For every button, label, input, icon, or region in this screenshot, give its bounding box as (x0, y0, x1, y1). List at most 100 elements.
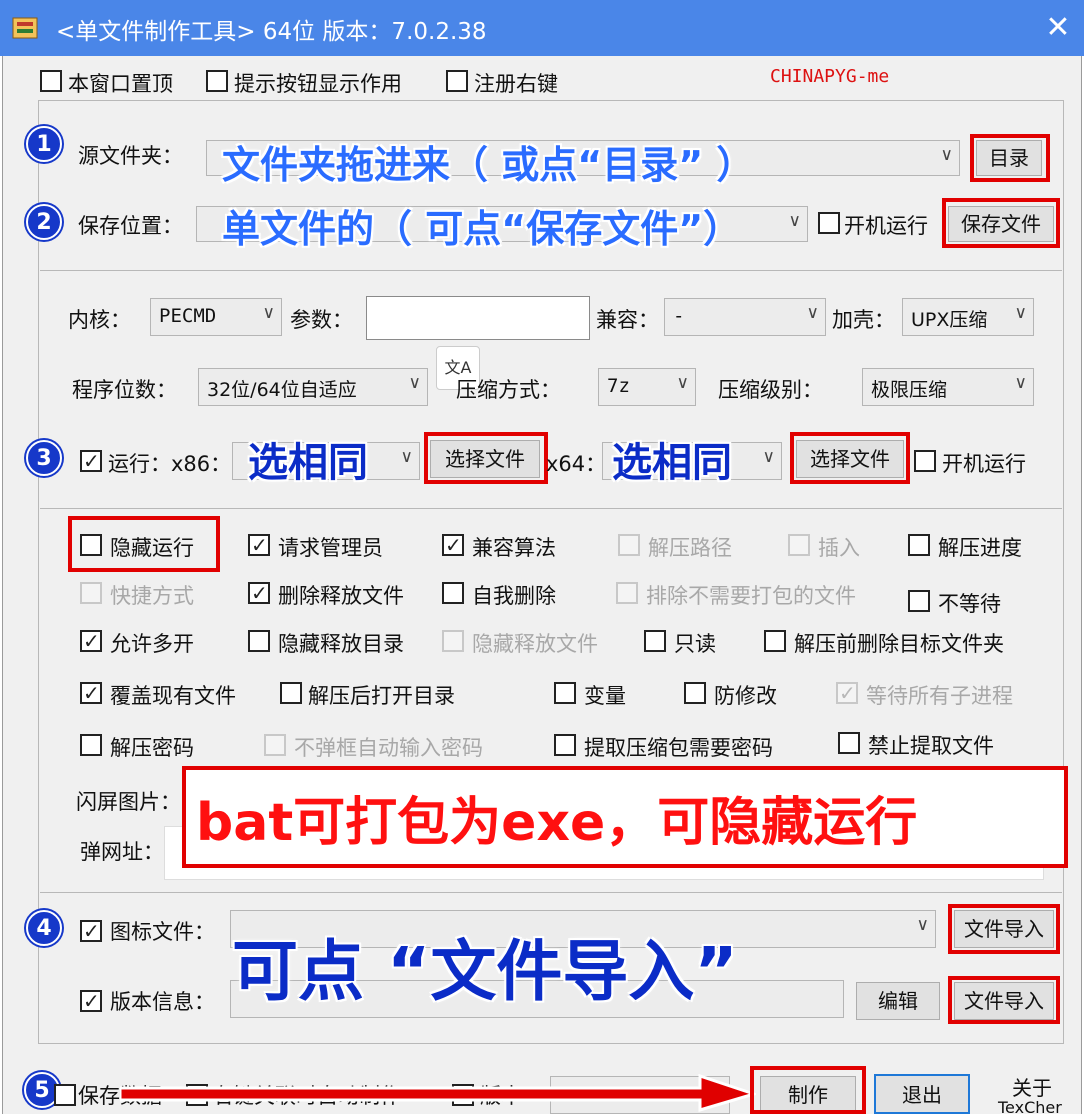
chevron-down-icon: ∨ (806, 303, 819, 323)
save-location-label: 保存位置： (78, 214, 183, 238)
version-info-checkbox[interactable] (80, 989, 102, 1013)
shell-combo[interactable]: UPX压缩 ∨ (902, 298, 1034, 336)
opt-self-delete-label: 自我删除 (472, 584, 556, 608)
step-3-badge: 3 (26, 440, 62, 476)
opt-variable-checkbox[interactable] (554, 682, 576, 704)
topmost-label: 本窗口置顶 (68, 72, 173, 96)
step-4-badge: 4 (26, 910, 62, 946)
opt-readonly-label: 只读 (674, 632, 716, 656)
version-info-label: 版本信息： (110, 990, 215, 1014)
opt-shortcut-checkbox[interactable] (80, 582, 102, 604)
bat-annotation: bat可打包为exe，可隐藏运行 (196, 793, 918, 853)
tooltip-checkbox[interactable] (206, 70, 228, 92)
opt-admin-label: 请求管理员 (278, 536, 383, 560)
highlight-icon-import (948, 904, 1060, 954)
step-1-badge: 1 (26, 126, 62, 162)
shell-value: UPX压缩 (911, 309, 988, 331)
opt-hide-release-dir-checkbox[interactable] (248, 630, 270, 652)
opt-multi-instance-checkbox[interactable] (80, 629, 102, 653)
opt-extract-progress-label: 解压进度 (938, 536, 1022, 560)
opt-forbid-extract-checkbox[interactable] (838, 732, 860, 754)
arrow-right-icon (120, 1073, 756, 1112)
chevron-down-icon: ∨ (762, 447, 775, 467)
source-folder-label: 源文件夹： (78, 144, 183, 168)
divider (40, 270, 1062, 271)
run-startup-checkbox[interactable] (914, 450, 936, 472)
save-startup-label: 开机运行 (844, 214, 928, 238)
icon-file-checkbox[interactable] (80, 919, 102, 943)
compress-method-combo[interactable]: 7z ∨ (598, 368, 696, 406)
highlight-version-import (948, 976, 1060, 1024)
divider (40, 892, 1062, 893)
popup-url-label: 弹网址： (80, 840, 164, 864)
tooltip-label: 提示按钮显示作用 (234, 72, 402, 96)
chevron-down-icon: ∨ (916, 915, 929, 935)
highlight-directory (970, 134, 1050, 182)
import-annotation: 可点 “文件导入” (232, 933, 738, 1010)
opt-auto-password-label: 不弹框自动输入密码 (294, 736, 483, 760)
opt-admin-checkbox[interactable] (248, 533, 270, 557)
bits-combo[interactable]: 32位/64位自适应 ∨ (198, 368, 428, 406)
topmost-checkbox[interactable] (40, 70, 62, 92)
x86-annotation: 选相同 (248, 440, 368, 486)
opt-hide-release-file-checkbox[interactable] (442, 630, 464, 652)
opt-delete-target-checkbox[interactable] (764, 630, 786, 652)
opt-delete-released-checkbox[interactable] (248, 581, 270, 605)
opt-forbid-extract-label: 禁止提取文件 (868, 734, 994, 758)
save-startup-checkbox[interactable] (818, 212, 840, 234)
opt-extract-password-label: 解压密码 (110, 736, 194, 760)
chevron-down-icon: ∨ (940, 145, 953, 165)
compat-combo[interactable]: - ∨ (664, 298, 826, 336)
opt-exclude-checkbox[interactable] (616, 582, 638, 604)
param-label: 参数： (290, 308, 353, 332)
compress-level-combo[interactable]: 极限压缩 ∨ (862, 368, 1034, 406)
kernel-combo[interactable]: PECMD ∨ (150, 298, 282, 336)
save-annotation: 单文件的（ 可点“保存文件”） (222, 207, 742, 251)
close-icon[interactable]: ✕ (1040, 10, 1076, 46)
chevron-down-icon: ∨ (400, 447, 413, 467)
opt-extract-password-checkbox[interactable] (80, 734, 102, 756)
compat-value: - (673, 305, 685, 327)
opt-readonly-checkbox[interactable] (644, 630, 666, 652)
opt-no-wait-label: 不等待 (938, 592, 1001, 616)
icon-file-label: 图标文件： (110, 920, 215, 944)
opt-compat-algo-checkbox[interactable] (442, 533, 464, 557)
run-startup-label: 开机运行 (942, 452, 1026, 476)
opt-extract-path-checkbox[interactable] (618, 534, 640, 556)
source-annotation: 文件夹拖进来（ 或点“目录” ） (222, 143, 755, 187)
about-link[interactable]: 关于 (1012, 1072, 1052, 1101)
param-input[interactable] (366, 296, 590, 340)
compat-label: 兼容： (596, 308, 659, 332)
opt-overwrite-label: 覆盖现有文件 (110, 684, 236, 708)
opt-wait-children-checkbox[interactable] (836, 681, 858, 705)
save-data-checkbox[interactable] (54, 1084, 76, 1106)
compress-method-label: 压缩方式： (456, 378, 561, 402)
opt-no-wait-checkbox[interactable] (908, 590, 930, 612)
chevron-down-icon: ∨ (1014, 303, 1027, 323)
about-link-sub: TexCher (998, 1098, 1062, 1117)
x64-label: x64： (546, 452, 607, 476)
opt-self-delete-checkbox[interactable] (442, 582, 464, 604)
run-checkbox[interactable] (80, 449, 102, 473)
register-context-checkbox[interactable] (446, 70, 468, 92)
highlight-hide-run (68, 516, 220, 572)
exit-button[interactable]: 退出 (874, 1074, 970, 1114)
step-2-badge: 2 (26, 204, 62, 240)
opt-insert-label: 插入 (818, 536, 860, 560)
kernel-label: 内核： (68, 308, 131, 332)
opt-insert-checkbox[interactable] (788, 534, 810, 556)
compress-level-label: 压缩级别： (718, 378, 823, 402)
chevron-down-icon: ∨ (788, 211, 801, 231)
chevron-down-icon: ∨ (262, 303, 275, 323)
splash-label: 闪屏图片： (76, 790, 181, 814)
opt-anti-modify-checkbox[interactable] (684, 682, 706, 704)
opt-archive-password-checkbox[interactable] (554, 734, 576, 756)
register-context-label: 注册右键 (474, 72, 558, 96)
opt-auto-password-checkbox[interactable] (264, 734, 286, 756)
version-edit-button[interactable]: 编辑 (856, 982, 940, 1020)
opt-exclude-label: 排除不需要打包的文件 (646, 584, 856, 608)
opt-overwrite-checkbox[interactable] (80, 681, 102, 705)
opt-multi-instance-label: 允许多开 (110, 632, 194, 656)
opt-open-dir-checkbox[interactable] (280, 682, 302, 704)
opt-extract-progress-checkbox[interactable] (908, 534, 930, 556)
